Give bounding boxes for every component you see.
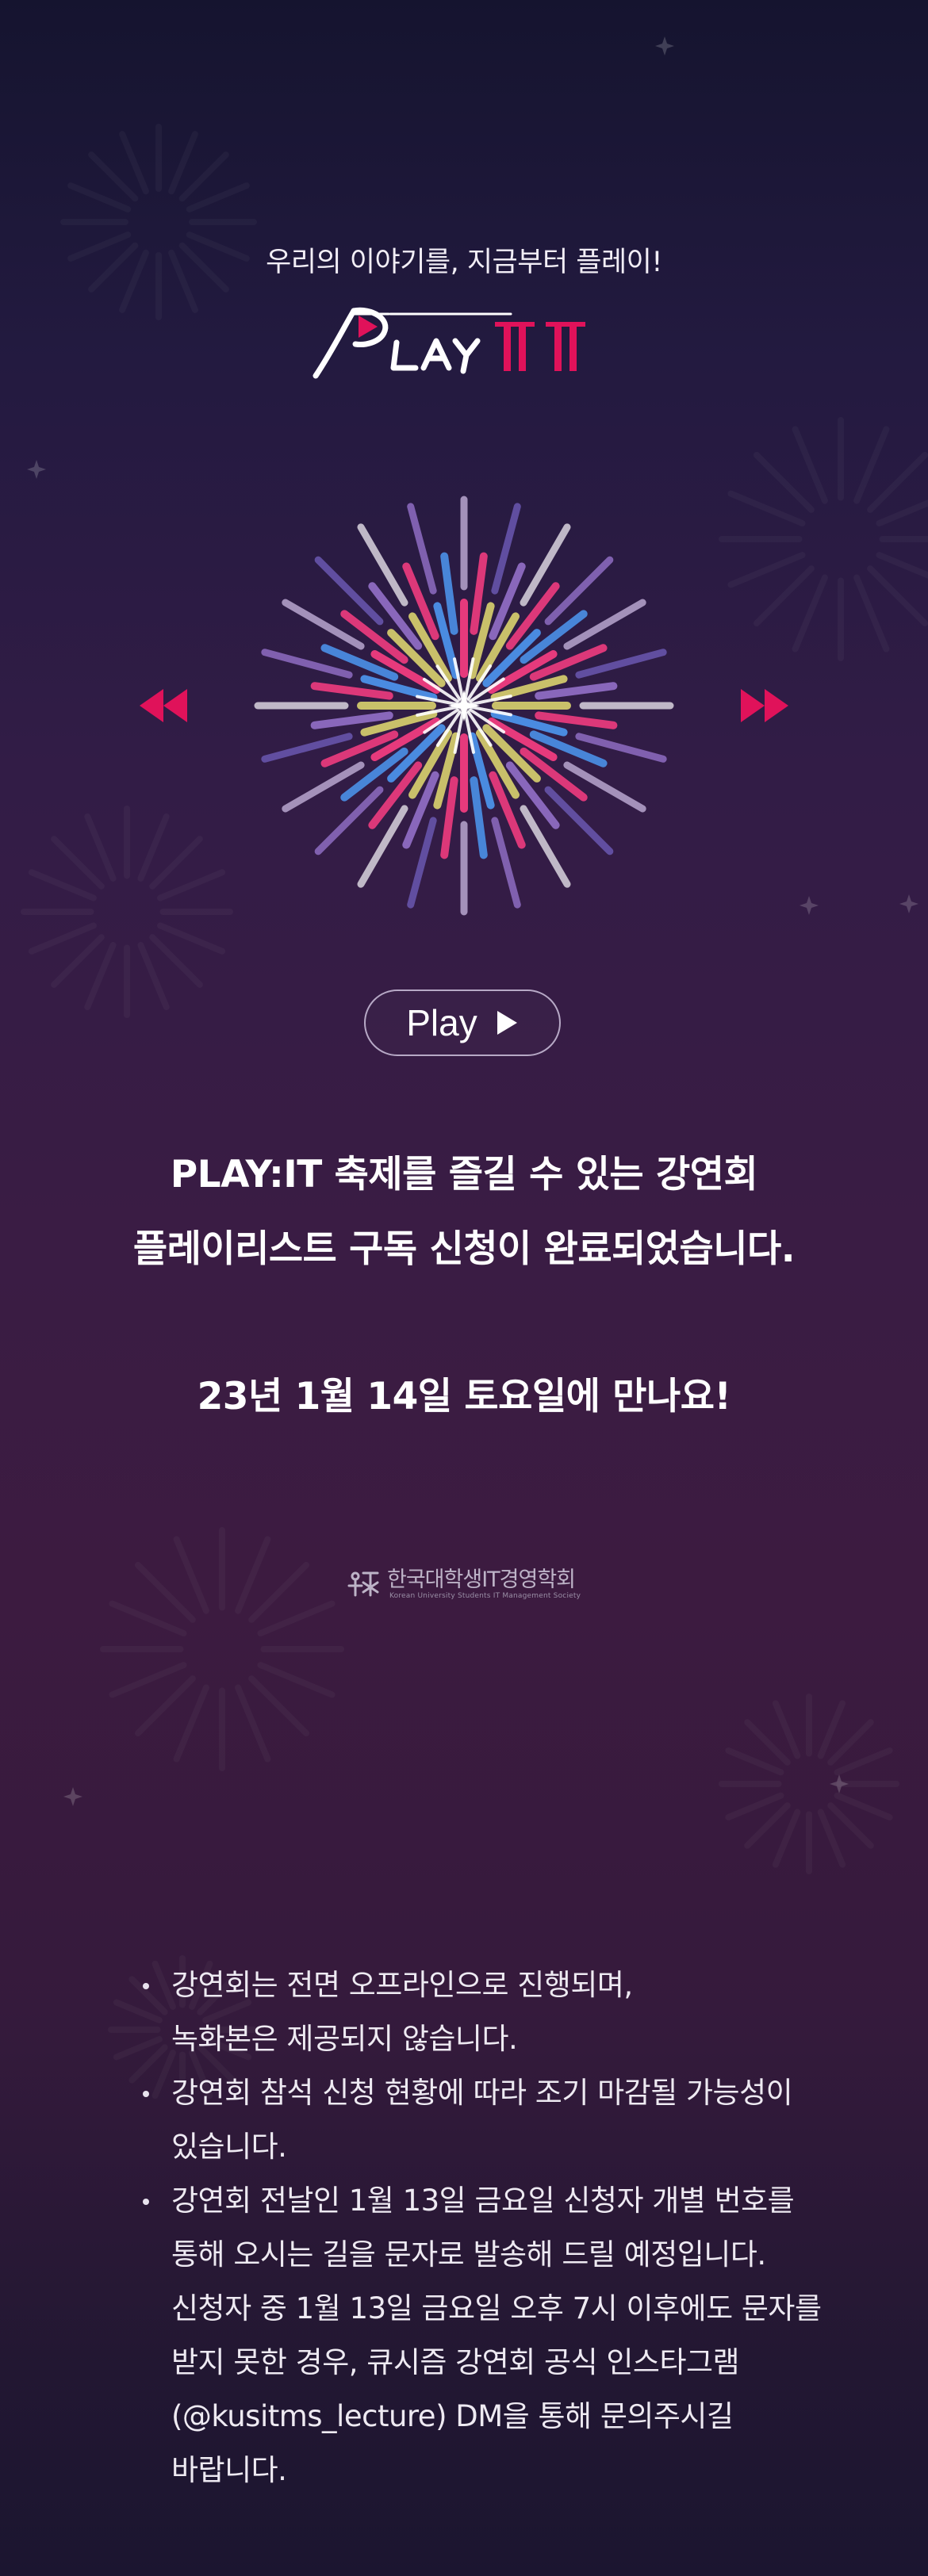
notice-text: 녹화본은 제공되지 않습니다. xyxy=(171,2022,518,2056)
event-date: 23년 1월 14일 토요일에 만나요! xyxy=(197,1375,731,1418)
notice-text: 신청자 중 1월 13일 금요일 오후 7시 이후에도 문자를 xyxy=(171,2291,822,2325)
notice-text: 있습니다. xyxy=(171,2130,287,2164)
notice-text: 통해 오시는 길을 문자로 발송해 드릴 예정입니다. xyxy=(171,2237,766,2272)
notice-text: 강연회 전날인 1월 13일 금요일 신청자 개별 번호를 xyxy=(171,2184,795,2218)
play-it-logo: PLAY IT xyxy=(308,304,625,384)
page: 우리의 이야기를, 지금부터 플레이! PLAY IT xyxy=(0,0,928,2576)
notice-text: (@kusitms_lecture) DM을 통해 문의주시길 xyxy=(171,2399,734,2433)
firework-illustration xyxy=(254,496,674,916)
notice-text: 바랍니다. xyxy=(171,2453,287,2487)
play-icon xyxy=(497,1011,517,1035)
notice-list: 강연회는 전면 오프라인으로 진행되며, 녹화본은 제공되지 않습니다. 강연회 참… xyxy=(135,1958,833,2498)
notice-item: 강연회는 전면 오프라인으로 진행되며, 녹화본은 제공되지 않습니다. xyxy=(135,1958,833,2066)
notice-text: 받지 못한 경우, 큐시즘 강연회 공식 인스타그램 xyxy=(171,2345,740,2379)
notice-text: 강연회는 전면 오프라인으로 진행되며, xyxy=(171,1968,633,2002)
tagline: 우리의 이야기를, 지금부터 플레이! xyxy=(266,247,662,278)
confirmation-line-1: PLAY:IT 축제를 즐길 수 있는 강연회 xyxy=(170,1153,758,1196)
play-button-label: Play xyxy=(406,1002,477,1043)
notice-text: 강연회 참석 신청 현황에 따라 조기 마감될 가능성이 xyxy=(171,2076,793,2110)
organization-name: 한국대학생IT경영학회 xyxy=(387,1567,576,1592)
kusitms-icon xyxy=(347,1571,379,1597)
organization-subtitle: Korean University Students IT Management… xyxy=(389,1592,581,1600)
fast-forward-icon[interactable] xyxy=(736,686,792,725)
rewind-icon[interactable] xyxy=(136,686,192,725)
notice-item: 강연회 전날인 1월 13일 금요일 신청자 개별 번호를통해 오시는 길을 문… xyxy=(135,2174,833,2498)
confirmation-line-2: 플레이리스트 구독 신청이 완료되었습니다. xyxy=(132,1227,796,1271)
sparkle-icon xyxy=(448,690,480,722)
organization-logo: 한국대학생IT경영학회 Korean University Students I… xyxy=(346,1560,584,1605)
notice-item: 강연회 참석 신청 현황에 따라 조기 마감될 가능성이있습니다. xyxy=(135,2066,833,2174)
play-button[interactable]: Play xyxy=(364,989,561,1056)
